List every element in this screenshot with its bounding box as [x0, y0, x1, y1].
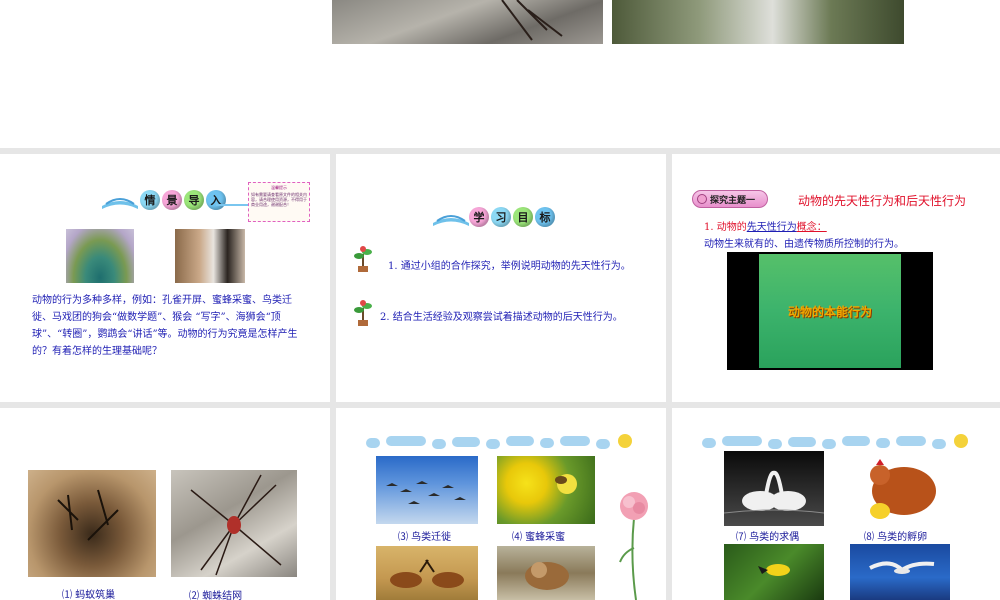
tip-note-title: 温馨提示: [271, 185, 287, 190]
lion-cubs-photo: [497, 546, 595, 600]
slide-thumbnail-topic[interactable]: 探究主题一 动物的先天性行为和后天性行为 1. 动物的先天性行为概念： 动物生来…: [672, 154, 1000, 402]
point-suffix: 概念：: [796, 222, 827, 233]
caption-spider-web: ⑵ 蜘蛛结网: [189, 591, 243, 600]
swans-courtship-photo: [724, 451, 824, 526]
slide-thumbnail-intro[interactable]: 情 景 导 入 温馨提示 如有需要请查看原文件的相关内容，请合理使用资源，不得用…: [0, 154, 330, 402]
tip-note-box: 温馨提示 如有需要请查看原文件的相关内容，请合理使用资源，不得用于商业用途，谢谢…: [248, 182, 310, 222]
dog-writing-photo: [175, 229, 245, 283]
slide-thumbnail-top[interactable]: [0, 0, 1000, 148]
bee-flower-photo: [497, 456, 595, 524]
topic-title: 动物的先天性行为和后天性行为: [798, 194, 967, 208]
antelope-fight-photo: [376, 546, 478, 600]
sun-icon: [954, 434, 968, 448]
video-player[interactable]: 动物的本能行为: [727, 252, 933, 370]
cloud-border-decoration: [702, 434, 982, 450]
slide-sorter-view: 情 景 导 入 温馨提示 如有需要请查看原文件的相关内容，请合理使用资源，不得用…: [0, 0, 1000, 600]
caption-bird-incubation: ⑻ 鸟类的孵卵: [864, 532, 928, 543]
point-prefix: 1. 动物的: [704, 222, 747, 233]
topic-badge-label: 探究主题一: [710, 195, 756, 206]
caption-bee-pollen: ⑷ 蜜蜂采蜜: [512, 532, 566, 543]
hen-chick-photo: [850, 451, 950, 526]
caption-bird-migration: ⑶ 鸟类迁徙: [398, 532, 452, 543]
spider-photo: [332, 0, 603, 44]
topic-point-line: 1. 动物的先天性行为概念：: [704, 218, 827, 233]
header-char-2: 景: [162, 190, 182, 210]
spider-web-photo: [171, 470, 297, 577]
cloud-border-decoration: [366, 434, 646, 450]
intro-header: 情 景 导 入: [140, 189, 228, 211]
header-char-3: 导: [184, 190, 204, 210]
caption-ant-nest: ⑴ 蚂蚁筑巢: [62, 590, 116, 600]
caption-bird-courtship: ⑺ 鸟类的求偶: [736, 532, 800, 543]
header-char-1: 学: [469, 207, 489, 227]
bird-migration-photo: [376, 456, 478, 524]
intro-body-text: 动物的行为多种多样，例如：孔雀开屏、蜜蜂采蜜、鸟类迁徙、马戏团的狗会“做数学题”…: [32, 295, 298, 357]
plant-bullet-icon: [354, 246, 372, 272]
badge-dot-icon: [697, 194, 707, 204]
goal-item-2: 2. 结合生活经验及观察尝试着描述动物的后天性行为。: [380, 312, 623, 323]
goals-header: 学 习 目 标: [469, 206, 557, 228]
slide-thumbnail-goals[interactable]: 学 习 目 标 1. 通过小组的合作探究，举例说明动物的先天性行为。 2. 结合…: [336, 154, 666, 402]
goal-item-1: 1. 通过小组的合作探究，举例说明动物的先天性行为。: [388, 261, 631, 272]
spider-legs-graphic: [501, 0, 563, 41]
plant-bullet-icon: [354, 300, 372, 326]
header-char-2: 习: [491, 207, 511, 227]
tip-note-text: 如有需要请查看原文件的相关内容，请合理使用资源，不得用于商业用途，谢谢配合！: [251, 192, 307, 207]
header-book-icon: [431, 211, 471, 227]
slide-thumbnail-courtship[interactable]: ⑺ 鸟类的求偶 ⑻ 鸟类的孵卵: [672, 408, 1000, 600]
topic-definition: 动物生来就有的、由遗传物质所控制的行为。: [704, 239, 904, 250]
carnation-flower-icon: [614, 488, 654, 600]
point-link[interactable]: 先天性行为: [747, 222, 797, 233]
header-book-icon: [100, 194, 140, 210]
header-char-1: 情: [140, 190, 160, 210]
peacock-photo: [66, 229, 134, 283]
foliage-photo: [612, 0, 904, 44]
video-frame: 动物的本能行为: [759, 254, 901, 368]
slide-thumbnail-ants[interactable]: ⑴ 蚂蚁筑巢 ⑵ 蜘蛛结网: [0, 408, 330, 600]
topic-badge: 探究主题一: [692, 190, 768, 208]
yellow-bird-photo: [724, 544, 824, 600]
ant-nest-photo: [28, 470, 156, 577]
video-title-text: 动物的本能行为: [787, 304, 872, 319]
slide-thumbnail-birds[interactable]: ⑶ 鸟类迁徙 ⑷ 蜜蜂采蜜: [336, 408, 666, 600]
sun-icon: [618, 434, 632, 448]
header-char-4: 标: [535, 207, 555, 227]
header-wave-line: [216, 204, 250, 206]
seabird-flight-photo: [850, 544, 950, 600]
header-char-3: 目: [513, 207, 533, 227]
header-char-4: 入: [206, 190, 226, 210]
